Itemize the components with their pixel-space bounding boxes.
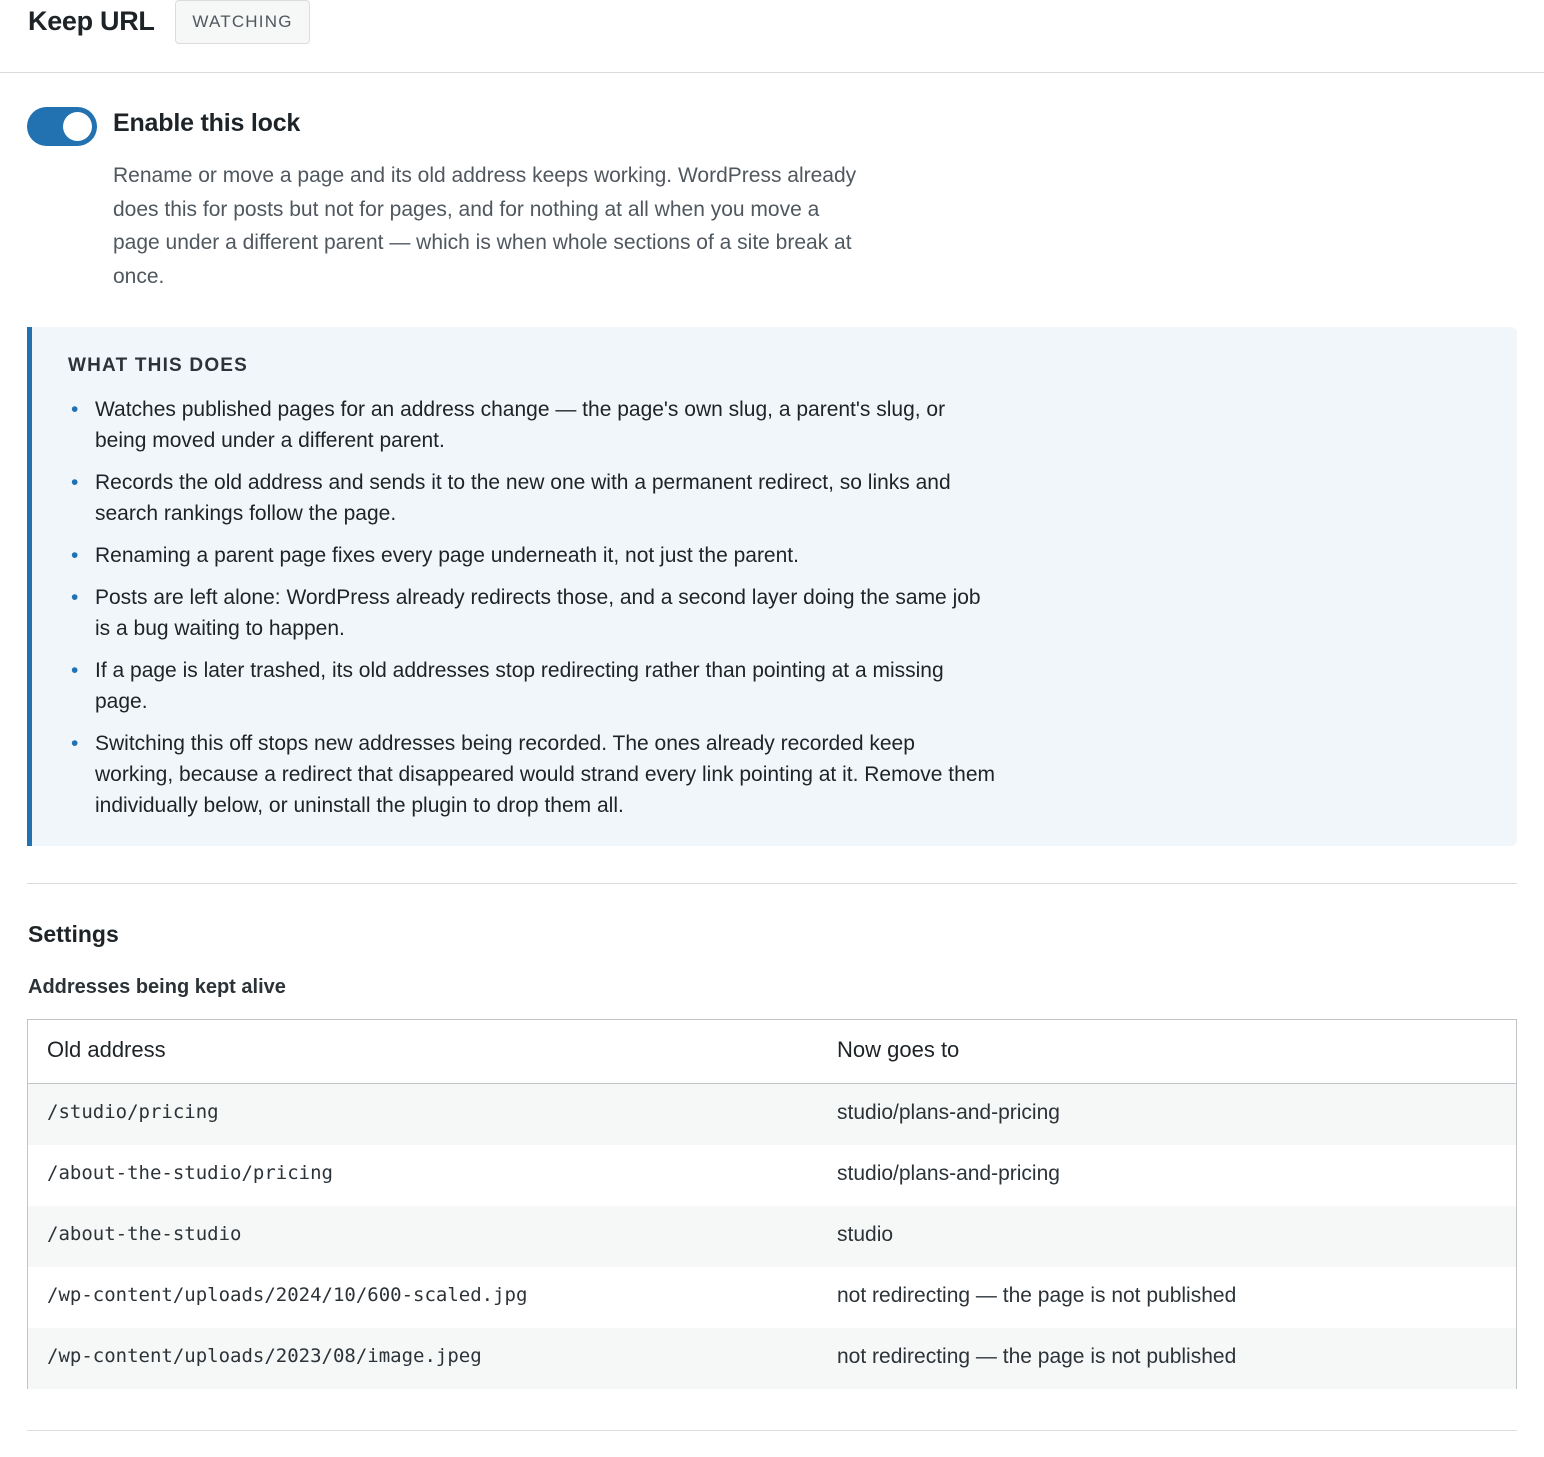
table-row: /studio/pricing studio/plans-and-pricing bbox=[28, 1084, 1516, 1145]
info-list-item: • Renaming a parent page fixes every page… bbox=[68, 540, 998, 571]
table-row: /about-the-studio studio bbox=[28, 1206, 1516, 1267]
enable-lock-label: Enable this lock bbox=[113, 109, 301, 137]
bullet-icon: • bbox=[71, 659, 79, 682]
table-header: Old address Now goes to bbox=[28, 1020, 1516, 1084]
old-address-cell: /wp-content/uploads/2024/10/600-scaled.j… bbox=[47, 1284, 528, 1306]
bullet-icon: • bbox=[71, 586, 79, 609]
now-goes-to-cell: studio/plans-and-pricing bbox=[837, 1101, 1060, 1124]
section-divider bbox=[27, 1430, 1517, 1431]
status-badge: WATCHING bbox=[175, 0, 310, 44]
now-goes-to-cell: studio bbox=[837, 1223, 894, 1246]
column-header-now-goes-to: Now goes to bbox=[837, 1037, 960, 1062]
info-list-item: • Watches published pages for an address … bbox=[68, 394, 998, 456]
keep-url-settings-page: Keep URL WATCHING Enable this lock Renam… bbox=[0, 0, 1544, 1457]
bullet-icon: • bbox=[71, 471, 79, 494]
info-item-text: If a page is later trashed, its old addr… bbox=[95, 659, 944, 713]
info-list-item: • If a page is later trashed, its old add… bbox=[68, 655, 998, 717]
old-address-cell: /wp-content/uploads/2023/08/image.jpeg bbox=[47, 1345, 482, 1367]
lock-description: Rename or move a page and its old addres… bbox=[113, 164, 857, 288]
page-header: Keep URL WATCHING bbox=[0, 0, 1544, 73]
enable-lock-toggle[interactable] bbox=[27, 107, 97, 146]
table-row: /wp-content/uploads/2024/10/600-scaled.j… bbox=[28, 1267, 1516, 1328]
info-heading: WHAT THIS DOES bbox=[68, 355, 249, 376]
column-header-old-address: Old address bbox=[47, 1037, 166, 1062]
now-goes-to-cell: not redirecting — the page is not publis… bbox=[837, 1345, 1237, 1368]
bullet-icon: • bbox=[71, 398, 79, 421]
info-item-text: Records the old address and sends it to … bbox=[95, 471, 951, 525]
old-address-cell: /about-the-studio/pricing bbox=[47, 1162, 333, 1184]
info-item-text: Renaming a parent page fixes every page … bbox=[95, 544, 799, 567]
now-goes-to-cell: not redirecting — the page is not publis… bbox=[837, 1284, 1237, 1307]
old-address-cell: /about-the-studio bbox=[47, 1223, 242, 1245]
section-divider bbox=[27, 883, 1517, 884]
bullet-icon: • bbox=[71, 544, 79, 567]
old-address-cell: /studio/pricing bbox=[47, 1101, 219, 1123]
info-item-text: Posts are left alone: WordPress already … bbox=[95, 586, 981, 640]
info-list-item: • Records the old address and sends it to… bbox=[68, 467, 998, 529]
info-item-text: Watches published pages for an address c… bbox=[95, 398, 946, 452]
toggle-knob bbox=[63, 112, 92, 141]
info-list: • Watches published pages for an address … bbox=[68, 394, 998, 832]
redirects-table: Old address Now goes to /studio/pricing … bbox=[27, 1019, 1517, 1389]
settings-heading: Settings bbox=[28, 921, 119, 947]
page-title: Keep URL bbox=[28, 6, 155, 36]
what-this-does-panel: WHAT THIS DOES • Watches published pages … bbox=[27, 327, 1517, 846]
info-item-text: Switching this off stops new addresses b… bbox=[95, 732, 995, 817]
table-row: /about-the-studio/pricing studio/plans-a… bbox=[28, 1145, 1516, 1206]
bullet-icon: • bbox=[71, 732, 79, 755]
now-goes-to-cell: studio/plans-and-pricing bbox=[837, 1162, 1060, 1185]
table-row: /wp-content/uploads/2023/08/image.jpeg n… bbox=[28, 1328, 1516, 1389]
info-list-item: • Posts are left alone: WordPress already… bbox=[68, 582, 998, 644]
info-list-item: • Switching this off stops new addresses … bbox=[68, 728, 998, 821]
addresses-table-heading: Addresses being kept alive bbox=[28, 976, 286, 998]
